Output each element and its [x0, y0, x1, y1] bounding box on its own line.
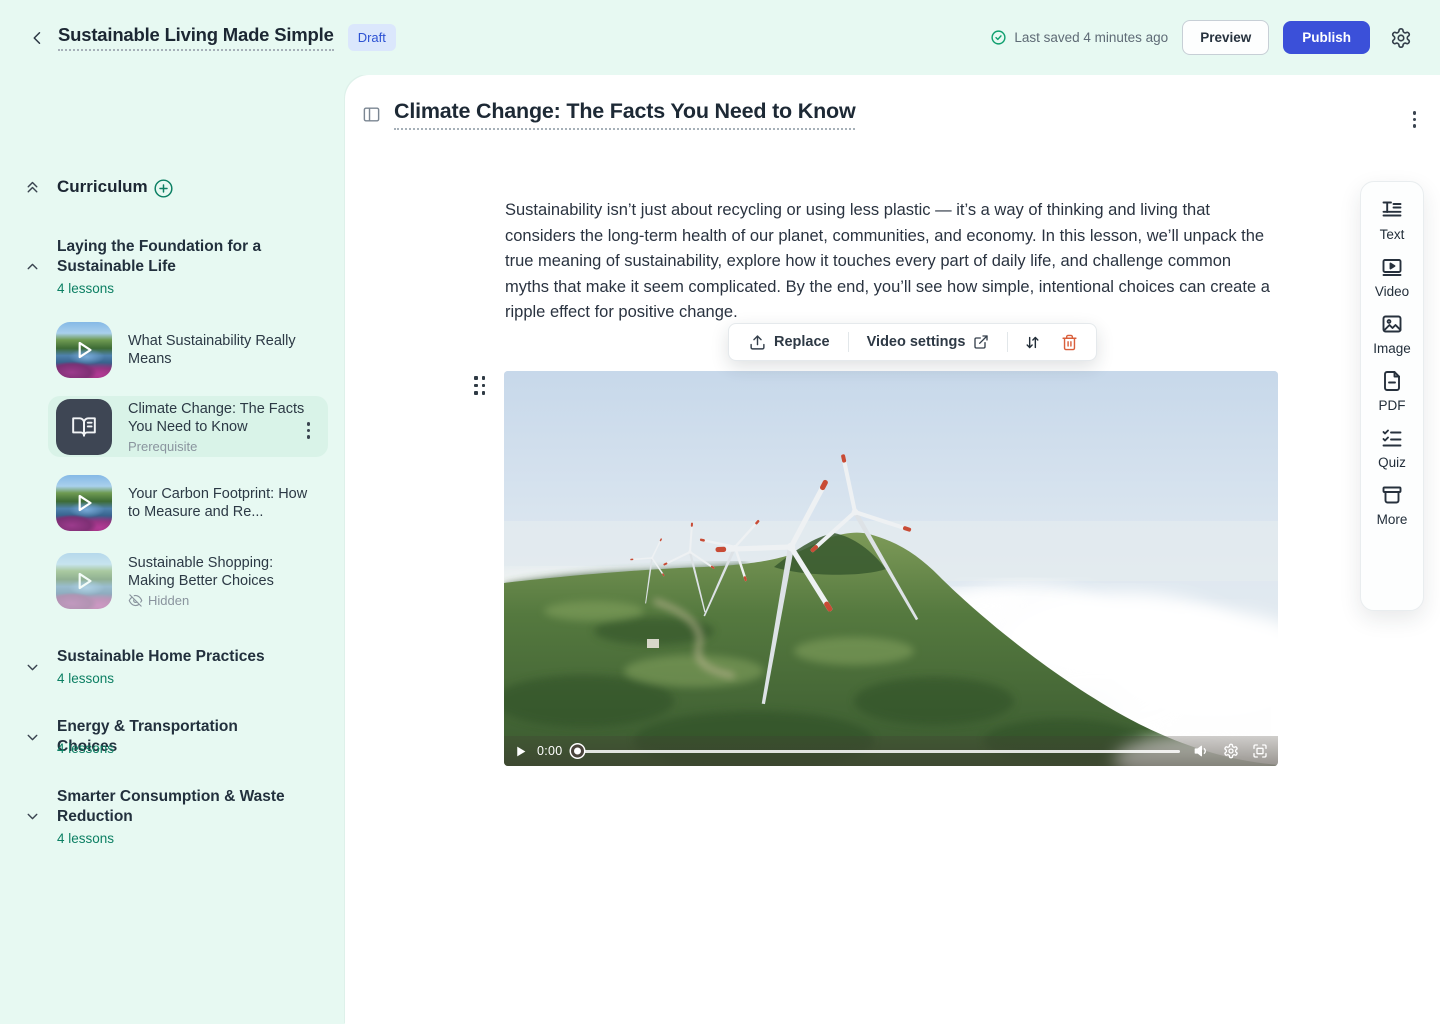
save-status-text: Last saved 4 minutes ago: [1014, 30, 1168, 45]
lesson-title: What Sustainability Really Means: [128, 332, 314, 368]
lesson-item-climate-change[interactable]: Climate Change: The Facts You Need to Kn…: [48, 396, 328, 457]
chevron-up-icon: [24, 258, 41, 275]
insert-pdf-button[interactable]: PDF: [1379, 369, 1406, 413]
lesson-title: Climate Change: The Facts You Need to Kn…: [128, 400, 306, 436]
chevron-down-icon: [24, 729, 41, 746]
video-frame-wind-turbines: [504, 371, 1278, 766]
eye-off-icon: [128, 593, 143, 608]
toolbar-divider: [848, 332, 849, 352]
play-button[interactable]: [514, 745, 527, 758]
sidebar-toggle-button[interactable]: [362, 105, 381, 124]
play-icon: [514, 745, 527, 758]
lesson-editor-panel: Climate Change: The Facts You Need to Kn…: [345, 75, 1440, 1024]
lesson-title: Your Carbon Footprint: How to Measure an…: [128, 485, 308, 521]
fullscreen-icon: [1252, 743, 1268, 759]
lesson-item-carbon-footprint[interactable]: Your Carbon Footprint: How to Measure an…: [56, 475, 308, 531]
external-link-icon: [973, 334, 989, 350]
top-bar: Sustainable Living Made Simple Draft Las…: [0, 0, 1440, 75]
lesson-video-thumbnail: [56, 475, 112, 531]
section-1-title[interactable]: Laying the Foundation for a Sustainable …: [57, 237, 297, 277]
fullscreen-button[interactable]: [1252, 743, 1268, 759]
chevron-down-icon: [24, 808, 41, 825]
section-1-lesson-count: 4 lessons: [57, 281, 114, 296]
section-2-title[interactable]: Sustainable Home Practices: [57, 647, 297, 667]
collapse-all-button[interactable]: [24, 179, 41, 196]
trash-icon: [1061, 334, 1078, 351]
lesson-hidden-status: Hidden: [128, 593, 314, 608]
insert-block-palette: Text Video Image PDF Quiz More: [1360, 181, 1424, 611]
course-title[interactable]: Sustainable Living Made Simple: [58, 24, 334, 51]
delete-block-button[interactable]: [1053, 328, 1086, 357]
add-section-button[interactable]: [153, 178, 174, 199]
replace-video-button[interactable]: Replace: [739, 328, 840, 357]
video-control-bar: 0:00: [504, 736, 1278, 766]
text-block-icon: [1380, 198, 1404, 222]
insert-video-button[interactable]: Video: [1375, 255, 1409, 299]
status-badge: Draft: [348, 24, 396, 51]
move-block-button[interactable]: [1016, 328, 1049, 357]
section-1-toggle[interactable]: [24, 258, 41, 275]
section-3-toggle[interactable]: [24, 729, 41, 746]
publish-button[interactable]: Publish: [1283, 21, 1370, 54]
insert-text-button[interactable]: Text: [1380, 198, 1405, 242]
save-status: Last saved 4 minutes ago: [990, 29, 1168, 46]
chevron-left-icon: [29, 29, 47, 47]
insert-image-button[interactable]: Image: [1373, 312, 1411, 356]
seek-bar[interactable]: [573, 750, 1180, 753]
lesson-item-sustainable-shopping[interactable]: Sustainable Shopping: Making Better Choi…: [56, 553, 314, 609]
back-button[interactable]: [24, 24, 52, 52]
pdf-block-icon: [1380, 369, 1404, 393]
lesson-intro-paragraph[interactable]: Sustainability isn’t just about recyclin…: [505, 198, 1277, 326]
section-3-lesson-count: 4 lessons: [57, 741, 114, 756]
image-block-icon: [1380, 312, 1404, 336]
panel-left-icon: [362, 105, 381, 124]
toolbar-divider: [1007, 332, 1008, 352]
insert-more-button[interactable]: More: [1377, 483, 1408, 527]
section-2-lesson-count: 4 lessons: [57, 671, 114, 686]
volume-button[interactable]: [1194, 743, 1210, 759]
lesson-page-title[interactable]: Climate Change: The Facts You Need to Kn…: [394, 99, 855, 130]
video-player[interactable]: 0:00: [504, 371, 1278, 766]
book-open-icon: [71, 414, 97, 440]
play-icon: [71, 568, 97, 594]
current-time: 0:00: [537, 744, 563, 758]
block-drag-handle[interactable]: [474, 376, 487, 396]
section-4-lesson-count: 4 lessons: [57, 831, 114, 846]
plus-circle-icon: [153, 178, 174, 199]
section-4-title[interactable]: Smarter Consumption & Waste Reduction: [57, 787, 297, 827]
check-circle-icon: [990, 29, 1007, 46]
insert-quiz-button[interactable]: Quiz: [1378, 426, 1406, 470]
curriculum-heading: Curriculum: [57, 177, 148, 197]
settings-button[interactable]: [1386, 23, 1416, 53]
video-settings-button[interactable]: Video settings: [857, 328, 1000, 356]
settings-icon: [1223, 743, 1239, 759]
seek-handle[interactable]: [571, 745, 584, 758]
curriculum-sidebar: Curriculum Laying the Foundation for a S…: [0, 75, 345, 1024]
reorder-arrows-icon: [1024, 334, 1041, 351]
video-settings-button[interactable]: [1223, 743, 1239, 759]
play-icon: [71, 490, 97, 516]
chevrons-up-icon: [24, 179, 41, 196]
lesson-video-thumbnail: [56, 553, 112, 609]
video-block-toolbar: Replace Video settings: [728, 323, 1097, 361]
volume-icon: [1194, 743, 1210, 759]
video-block-icon: [1380, 255, 1404, 279]
lesson-title: Sustainable Shopping: Making Better Choi…: [128, 554, 314, 590]
lesson-reading-thumbnail: [56, 399, 112, 455]
lesson-options-button[interactable]: [1409, 107, 1421, 132]
play-icon: [71, 337, 97, 363]
lesson-item-what-sustainability[interactable]: What Sustainability Really Means: [56, 322, 314, 378]
gear-icon: [1390, 27, 1412, 49]
preview-button[interactable]: Preview: [1182, 20, 1269, 55]
upload-icon: [749, 334, 766, 351]
more-block-icon: [1380, 483, 1404, 507]
lesson-subtitle: Prerequisite: [128, 439, 306, 454]
lesson-video-thumbnail: [56, 322, 112, 378]
lesson-menu-button[interactable]: [303, 418, 315, 443]
quiz-block-icon: [1380, 426, 1404, 450]
section-2-toggle[interactable]: [24, 659, 41, 676]
chevron-down-icon: [24, 659, 41, 676]
section-4-toggle[interactable]: [24, 808, 41, 825]
